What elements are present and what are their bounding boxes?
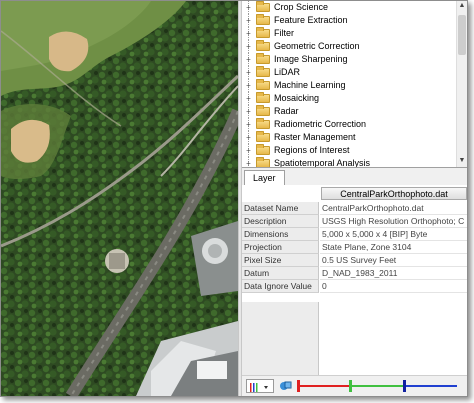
tree-item-label: Filter — [274, 28, 294, 38]
stretch-blue-segment — [403, 385, 457, 387]
scrollbar-thumb[interactable] — [458, 15, 466, 55]
orthophoto-image — [1, 1, 238, 396]
expand-icon[interactable]: + — [245, 95, 252, 103]
folder-icon — [256, 53, 270, 64]
tree-item-regions-of-interest[interactable]: + Regions of Interest — [242, 144, 456, 157]
tree-item-radiometric-correction[interactable]: + Radiometric Correction — [242, 118, 456, 131]
tree-item-mosaicking[interactable]: + Mosaicking — [242, 92, 456, 105]
scroll-up-icon[interactable]: ▲ — [458, 2, 466, 10]
expand-icon[interactable]: + — [245, 134, 252, 142]
folder-icon — [256, 1, 270, 12]
property-value: 0 — [320, 280, 467, 293]
tree-item-crop-science[interactable]: + Crop Science — [242, 1, 456, 14]
tree-item-filter[interactable]: + Filter — [242, 27, 456, 40]
display-toolbar — [242, 375, 467, 396]
stretch-mid-handle[interactable] — [349, 380, 352, 392]
stretch-min-handle[interactable] — [297, 380, 300, 392]
folder-icon — [256, 79, 270, 90]
property-value: 5,000 x 5,000 x 4 [BIP] Byte — [320, 228, 467, 241]
tab-layer[interactable]: Layer — [244, 170, 285, 186]
histogram-icon — [250, 383, 268, 392]
tree-item-label: Spatiotemporal Analysis — [274, 158, 371, 168]
property-key: Description — [242, 215, 319, 228]
tree-item-label: Mosaicking — [274, 93, 320, 103]
tree-item-lidar[interactable]: + LiDAR — [242, 66, 456, 79]
tree-item-label: Crop Science — [274, 2, 329, 12]
property-key: Dimensions — [242, 228, 319, 241]
folder-icon — [256, 40, 270, 51]
expand-icon[interactable]: + — [245, 43, 252, 51]
stretch-max-handle[interactable] — [403, 380, 406, 392]
scroll-down-icon[interactable]: ▼ — [458, 157, 466, 165]
expand-icon[interactable]: + — [245, 108, 252, 116]
image-view[interactable] — [1, 1, 238, 396]
stretch-red-segment — [297, 385, 349, 387]
app-window: + Crop Science + Feature Extraction + Filte… — [0, 0, 468, 397]
expand-icon[interactable]: + — [245, 160, 252, 168]
property-row: Datum D_NAD_1983_2011 — [242, 267, 467, 280]
property-row: Projection State Plane, Zone 3104 — [242, 241, 467, 254]
toolbox-tree[interactable]: + Crop Science + Feature Extraction + Filte… — [242, 1, 467, 168]
expand-icon[interactable]: + — [245, 69, 252, 77]
tree-item-feature-extraction[interactable]: + Feature Extraction — [242, 14, 456, 27]
folder-icon — [256, 27, 270, 38]
property-key: Data Ignore Value — [242, 280, 319, 293]
tree-item-geometric-correction[interactable]: + Geometric Correction — [242, 40, 456, 53]
folder-icon — [256, 157, 270, 167]
expand-icon[interactable]: + — [245, 17, 252, 25]
tree-scrollbar[interactable]: ▲ ▼ — [456, 1, 467, 167]
property-row: Dataset Name CentralParkOrthophoto.dat — [242, 202, 467, 215]
property-row: Data Ignore Value 0 — [242, 280, 467, 293]
layer-file-button[interactable]: CentralParkOrthophoto.dat — [321, 187, 467, 200]
tree-item-label: Geometric Correction — [274, 41, 360, 51]
layer-properties: CentralParkOrthophoto.dat Dataset Name C… — [242, 185, 467, 375]
folder-icon — [256, 144, 270, 155]
tree-item-machine-learning[interactable]: + Machine Learning — [242, 79, 456, 92]
tree-item-spatiotemporal-analysis[interactable]: + Spatiotemporal Analysis — [242, 157, 456, 168]
tree-item-label: Radiometric Correction — [274, 119, 367, 129]
tree-item-label: Machine Learning — [274, 80, 346, 90]
stretch-type-dropdown[interactable] — [246, 379, 274, 393]
stretch-bar[interactable] — [297, 380, 457, 392]
tree-item-label: LiDAR — [274, 67, 301, 77]
layer-tabstrip: Layer — [242, 168, 467, 186]
tree-item-raster-management[interactable]: + Raster Management — [242, 131, 456, 144]
folder-icon — [256, 118, 270, 129]
property-key-column — [242, 302, 319, 375]
expand-icon[interactable]: + — [245, 82, 252, 90]
sync-icon[interactable] — [278, 379, 294, 393]
stretch-green-segment — [349, 385, 403, 387]
property-value: D_NAD_1983_2011 — [320, 267, 467, 280]
property-key: Datum — [242, 267, 319, 280]
property-key: Dataset Name — [242, 202, 319, 215]
property-value: USGS High Resolution Orthophoto; C — [320, 215, 467, 228]
tree-item-label: Raster Management — [274, 132, 356, 142]
property-key: Projection — [242, 241, 319, 254]
property-value: State Plane, Zone 3104 — [320, 241, 467, 254]
expand-icon[interactable]: + — [245, 4, 252, 12]
tree-item-image-sharpening[interactable]: + Image Sharpening — [242, 53, 456, 66]
property-row: Pixel Size 0.5 US Survey Feet — [242, 254, 467, 267]
property-value: CentralParkOrthophoto.dat — [320, 202, 467, 215]
property-row: Description USGS High Resolution Orthoph… — [242, 215, 467, 228]
expand-icon[interactable]: + — [245, 121, 252, 129]
expand-icon[interactable]: + — [245, 30, 252, 38]
property-row: Dimensions 5,000 x 5,000 x 4 [BIP] Byte — [242, 228, 467, 241]
tree-item-label: Radar — [274, 106, 299, 116]
folder-icon — [256, 105, 270, 116]
tree-item-radar[interactable]: + Radar — [242, 105, 456, 118]
folder-icon — [256, 92, 270, 103]
tree-item-label: Regions of Interest — [274, 145, 350, 155]
tree-item-label: Feature Extraction — [274, 15, 348, 25]
folder-icon — [256, 14, 270, 25]
property-key: Pixel Size — [242, 254, 319, 267]
folder-icon — [256, 131, 270, 142]
folder-icon — [256, 66, 270, 77]
expand-icon[interactable]: + — [245, 147, 252, 155]
tree-item-label: Image Sharpening — [274, 54, 348, 64]
property-value: 0.5 US Survey Feet — [320, 254, 467, 267]
expand-icon[interactable]: + — [245, 56, 252, 64]
